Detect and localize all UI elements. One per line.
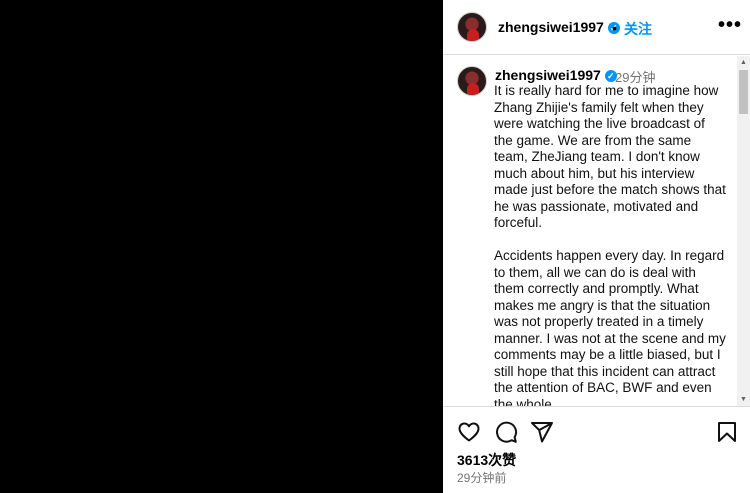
scroll-down-arrow-icon[interactable]: ▼ — [740, 396, 747, 403]
comment-icon[interactable] — [494, 420, 518, 444]
avatar[interactable] — [457, 12, 487, 42]
scroll-up-arrow-icon[interactable]: ▲ — [740, 59, 747, 66]
separator-dot: • — [612, 20, 617, 36]
divider — [443, 406, 750, 407]
caption-text: It is really hard for me to imagine how … — [494, 83, 726, 406]
caption-scroll-area[interactable]: zhengsiwei1997 ✓ 29分钟 It is really hard f… — [443, 56, 737, 406]
follow-button[interactable]: 关注 — [624, 19, 652, 39]
post-media-area — [0, 0, 443, 493]
caption-username[interactable]: zhengsiwei1997 ✓ — [495, 67, 617, 83]
share-icon[interactable] — [530, 420, 554, 444]
username-text[interactable]: zhengsiwei1997 — [498, 19, 604, 35]
username-header[interactable]: zhengsiwei1997 ✓ — [498, 19, 620, 35]
caption-avatar[interactable] — [457, 66, 487, 96]
caption-username-text[interactable]: zhengsiwei1997 — [495, 67, 601, 83]
heart-icon[interactable] — [457, 420, 481, 444]
likes-count[interactable]: 3613次赞 — [457, 450, 516, 470]
post-side-panel: zhengsiwei1997 ✓ • 关注 ••• zhengsiwei1997 ✓… — [443, 0, 750, 493]
more-options-icon[interactable]: ••• — [718, 14, 742, 37]
post-header: zhengsiwei1997 ✓ • 关注 ••• — [443, 0, 750, 55]
bookmark-icon[interactable] — [715, 420, 739, 444]
scrollbar[interactable]: ▲ ▼ — [737, 56, 750, 406]
post-timestamp[interactable]: 29分钟前 — [457, 469, 506, 486]
scrollbar-thumb[interactable] — [739, 70, 748, 114]
